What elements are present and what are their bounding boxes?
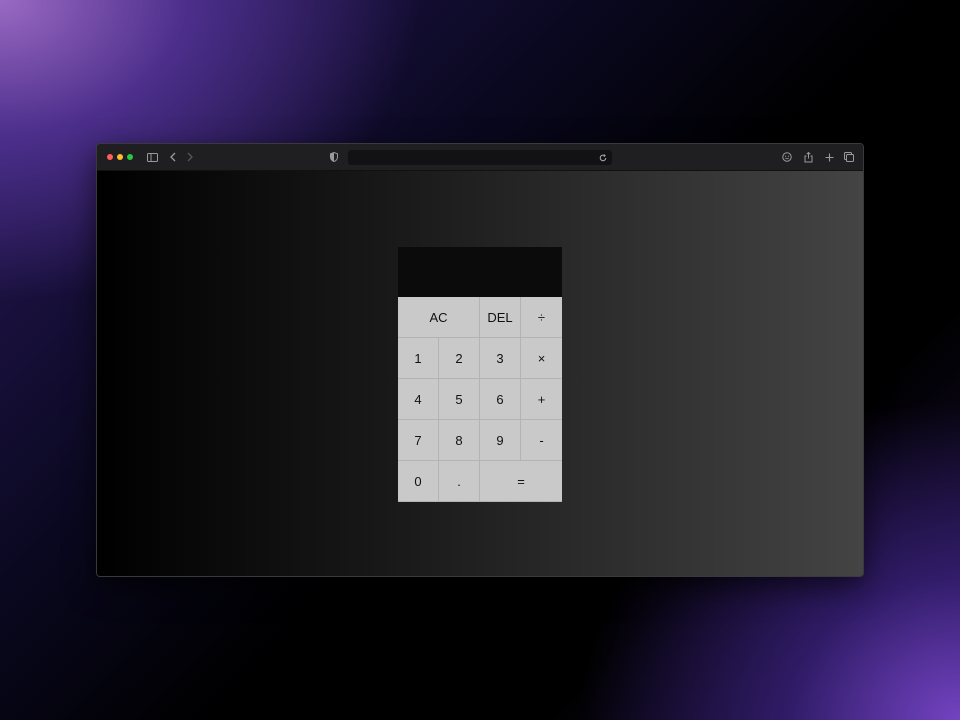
calculator-keypad: AC DEL ÷ 1 2 3 × 4 5 6 + 7 8 9 - 0 . = — [398, 297, 562, 502]
minimize-window-button[interactable] — [117, 154, 123, 160]
sidebar-icon[interactable] — [146, 150, 158, 164]
digit-9-button[interactable]: 9 — [480, 420, 521, 461]
tabs-icon[interactable] — [843, 150, 855, 164]
browser-toolbar — [97, 144, 863, 171]
divide-button[interactable]: ÷ — [521, 297, 562, 338]
address-bar[interactable] — [348, 150, 612, 165]
digit-2-button[interactable]: 2 — [439, 338, 480, 379]
multiply-button[interactable]: × — [521, 338, 562, 379]
all-clear-button[interactable]: AC — [398, 297, 480, 338]
maximize-window-button[interactable] — [127, 154, 133, 160]
digit-4-button[interactable]: 4 — [398, 379, 439, 420]
close-window-button[interactable] — [107, 154, 113, 160]
browser-window: AC DEL ÷ 1 2 3 × 4 5 6 + 7 8 9 - 0 . = — [96, 143, 864, 577]
plus-button[interactable]: + — [521, 379, 562, 420]
delete-button[interactable]: DEL — [480, 297, 521, 338]
page-viewport: AC DEL ÷ 1 2 3 × 4 5 6 + 7 8 9 - 0 . = — [97, 171, 863, 576]
reload-icon[interactable] — [599, 152, 608, 163]
digit-1-button[interactable]: 1 — [398, 338, 439, 379]
digit-3-button[interactable]: 3 — [480, 338, 521, 379]
digit-6-button[interactable]: 6 — [480, 379, 521, 420]
minus-button[interactable]: - — [521, 420, 562, 461]
digit-0-button[interactable]: 0 — [398, 461, 439, 502]
chevron-left-icon[interactable] — [168, 150, 178, 164]
shield-icon[interactable] — [329, 150, 339, 164]
digit-5-button[interactable]: 5 — [439, 379, 480, 420]
calculator: AC DEL ÷ 1 2 3 × 4 5 6 + 7 8 9 - 0 . = — [398, 247, 562, 502]
digit-8-button[interactable]: 8 — [439, 420, 480, 461]
decimal-button[interactable]: . — [439, 461, 480, 502]
extension-icon[interactable] — [781, 150, 793, 164]
chevron-right-icon[interactable] — [185, 150, 195, 164]
equals-button[interactable]: = — [480, 461, 562, 502]
share-icon[interactable] — [802, 150, 814, 164]
digit-7-button[interactable]: 7 — [398, 420, 439, 461]
plus-icon[interactable] — [823, 150, 835, 164]
calculator-display — [398, 247, 562, 297]
